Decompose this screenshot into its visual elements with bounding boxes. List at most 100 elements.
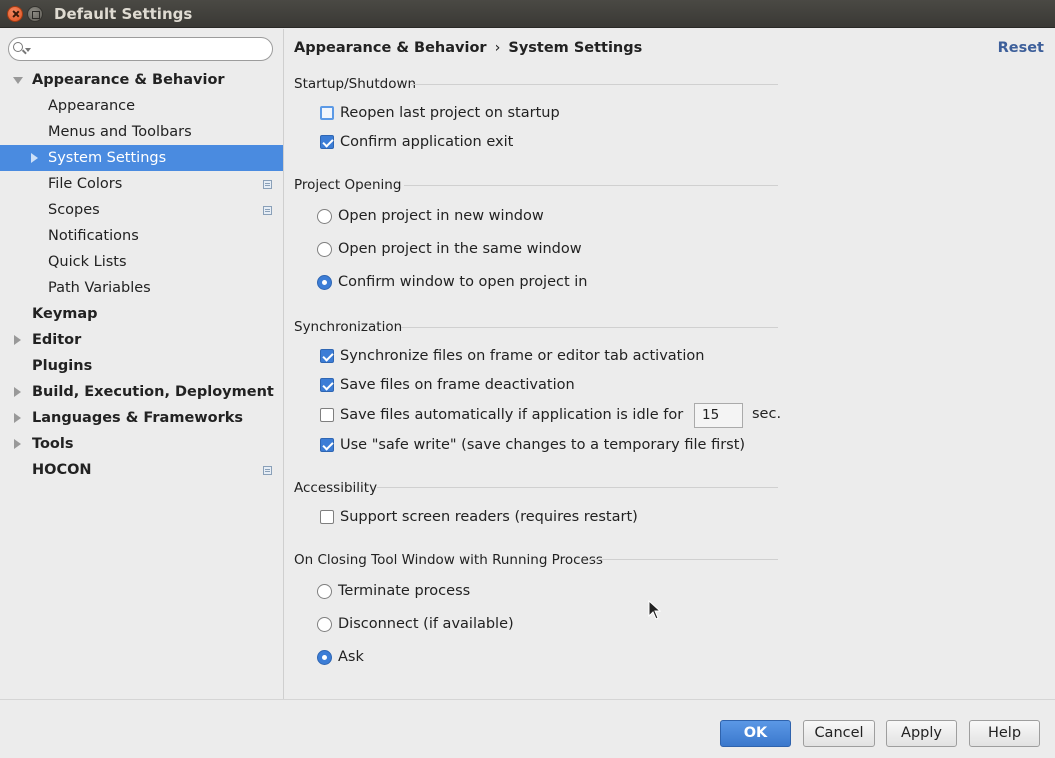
- save-idle-checkbox[interactable]: [320, 408, 334, 422]
- sidebar-item-label: Plugins: [32, 358, 93, 374]
- window-title: Default Settings: [54, 5, 193, 23]
- divider: [411, 84, 778, 85]
- open-same-window-label[interactable]: Open project in the same window: [338, 240, 582, 258]
- sidebar-item-label: Editor: [32, 332, 82, 348]
- screen-readers-label[interactable]: Support screen readers (requires restart…: [340, 508, 638, 526]
- open-new-window-radio[interactable]: [317, 209, 332, 224]
- divider: [401, 327, 778, 328]
- chevron-right-icon[interactable]: [14, 439, 21, 449]
- confirm-exit-label[interactable]: Confirm application exit: [340, 133, 513, 151]
- settings-content: Appearance & Behavior › System Settings Re…: [285, 29, 1055, 699]
- group-title-accessibility: Accessibility: [294, 480, 378, 496]
- sidebar-item-label: File Colors: [48, 176, 123, 192]
- idle-unit-label: sec.: [752, 406, 782, 422]
- idle-seconds-input[interactable]: 15: [694, 403, 743, 428]
- confirm-window-label[interactable]: Confirm window to open project in: [338, 273, 588, 291]
- open-same-window-radio[interactable]: [317, 242, 332, 257]
- project-copy-icon: [263, 206, 272, 215]
- disconnect-radio[interactable]: [317, 617, 332, 632]
- save-idle-label[interactable]: Save files automatically if application …: [340, 406, 683, 424]
- chevron-down-icon[interactable]: [13, 77, 23, 84]
- group-title-closing: On Closing Tool Window with Running Proc…: [294, 552, 603, 568]
- sidebar-item-label: Appearance: [48, 98, 136, 114]
- sidebar-item-label: Tools: [32, 436, 74, 452]
- sidebar-item-system-settings[interactable]: System Settings: [0, 145, 283, 171]
- group-title-project-opening: Project Opening: [294, 177, 402, 193]
- sidebar-item-label: HOCON: [32, 462, 92, 478]
- apply-button[interactable]: Apply: [886, 720, 957, 747]
- settings-tree: Appearance & Behavior Appearance Menus a…: [0, 67, 283, 483]
- sidebar-item-plugins[interactable]: Plugins: [0, 353, 283, 379]
- disconnect-label[interactable]: Disconnect (if available): [338, 615, 514, 633]
- terminate-process-label[interactable]: Terminate process: [338, 582, 470, 600]
- sidebar-item-label: Scopes: [48, 202, 100, 218]
- search-input[interactable]: [8, 37, 273, 61]
- project-copy-icon: [263, 466, 272, 475]
- save-deactivation-label[interactable]: Save files on frame deactivation: [340, 376, 575, 394]
- ask-label[interactable]: Ask: [338, 648, 364, 666]
- screen-readers-checkbox[interactable]: [320, 510, 334, 524]
- sidebar-item-scopes[interactable]: Scopes: [0, 197, 283, 223]
- help-button[interactable]: Help: [969, 720, 1040, 747]
- safe-write-checkbox[interactable]: [320, 438, 334, 452]
- safe-write-label[interactable]: Use "safe write" (save changes to a temp…: [340, 436, 745, 454]
- sidebar-item-path-variables[interactable]: Path Variables: [0, 275, 283, 301]
- chevron-down-icon[interactable]: [25, 48, 31, 52]
- sidebar-item-notifications[interactable]: Notifications: [0, 223, 283, 249]
- divider: [404, 185, 778, 186]
- dialog-button-bar: OK Cancel Apply Help: [0, 699, 1055, 758]
- sidebar-item-quick-lists[interactable]: Quick Lists: [0, 249, 283, 275]
- search-icon: [13, 42, 23, 52]
- sidebar-item-label: Keymap: [32, 306, 98, 322]
- sync-files-checkbox[interactable]: [320, 349, 334, 363]
- maximize-icon[interactable]: [27, 6, 43, 22]
- sidebar-item-file-colors[interactable]: File Colors: [0, 171, 283, 197]
- divider: [588, 559, 778, 560]
- sidebar-item-languages[interactable]: Languages & Frameworks: [0, 405, 283, 431]
- chevron-right-icon[interactable]: [31, 153, 38, 163]
- sidebar-item-appearance-behavior[interactable]: Appearance & Behavior: [0, 67, 283, 93]
- sidebar-item-label: Path Variables: [48, 280, 151, 296]
- sidebar-item-label: Quick Lists: [48, 254, 127, 270]
- title-bar: Default Settings: [0, 0, 1055, 28]
- cancel-button[interactable]: Cancel: [803, 720, 875, 747]
- sidebar-item-appearance[interactable]: Appearance: [0, 93, 283, 119]
- sync-files-label[interactable]: Synchronize files on frame or editor tab…: [340, 347, 704, 365]
- chevron-right-icon[interactable]: [14, 413, 21, 423]
- chevron-right-icon[interactable]: [14, 387, 21, 397]
- reopen-project-label[interactable]: Reopen last project on startup: [340, 104, 560, 122]
- close-icon[interactable]: [7, 6, 23, 22]
- sidebar-item-keymap[interactable]: Keymap: [0, 301, 283, 327]
- breadcrumb-current: System Settings: [508, 40, 643, 56]
- sidebar-item-tools[interactable]: Tools: [0, 431, 283, 457]
- sidebar-item-hocon[interactable]: HOCON: [0, 457, 283, 483]
- sidebar-item-label: Notifications: [48, 228, 139, 244]
- sidebar-item-label: Menus and Toolbars: [48, 124, 192, 140]
- open-new-window-label[interactable]: Open project in new window: [338, 207, 544, 225]
- sidebar-item-menus-toolbars[interactable]: Menus and Toolbars: [0, 119, 283, 145]
- sidebar-item-editor[interactable]: Editor: [0, 327, 283, 353]
- ask-radio[interactable]: [317, 650, 332, 665]
- breadcrumb-separator: ›: [494, 40, 501, 56]
- chevron-right-icon[interactable]: [14, 335, 21, 345]
- sidebar-item-build-execution[interactable]: Build, Execution, Deployment: [0, 379, 283, 405]
- settings-sidebar: Appearance & Behavior Appearance Menus a…: [0, 29, 284, 699]
- confirm-window-radio[interactable]: [317, 275, 332, 290]
- project-copy-icon: [263, 180, 272, 189]
- save-deactivation-checkbox[interactable]: [320, 378, 334, 392]
- breadcrumb-parent[interactable]: Appearance & Behavior: [294, 40, 487, 56]
- reset-link[interactable]: Reset: [998, 40, 1044, 56]
- ok-button[interactable]: OK: [720, 720, 791, 747]
- breadcrumb: Appearance & Behavior › System Settings: [294, 40, 642, 56]
- sidebar-item-label: Appearance & Behavior: [32, 72, 225, 88]
- terminate-process-radio[interactable]: [317, 584, 332, 599]
- group-title-synchronization: Synchronization: [294, 319, 403, 335]
- sidebar-item-label: Languages & Frameworks: [32, 410, 244, 426]
- sidebar-item-label: Build, Execution, Deployment: [32, 384, 274, 400]
- reopen-project-checkbox[interactable]: [320, 106, 334, 120]
- group-title-startup: Startup/Shutdown: [294, 76, 417, 92]
- sidebar-item-label: System Settings: [48, 150, 167, 166]
- divider: [377, 487, 778, 488]
- confirm-exit-checkbox[interactable]: [320, 135, 334, 149]
- settings-window: Default Settings Appearance & Behavior A…: [0, 0, 1055, 758]
